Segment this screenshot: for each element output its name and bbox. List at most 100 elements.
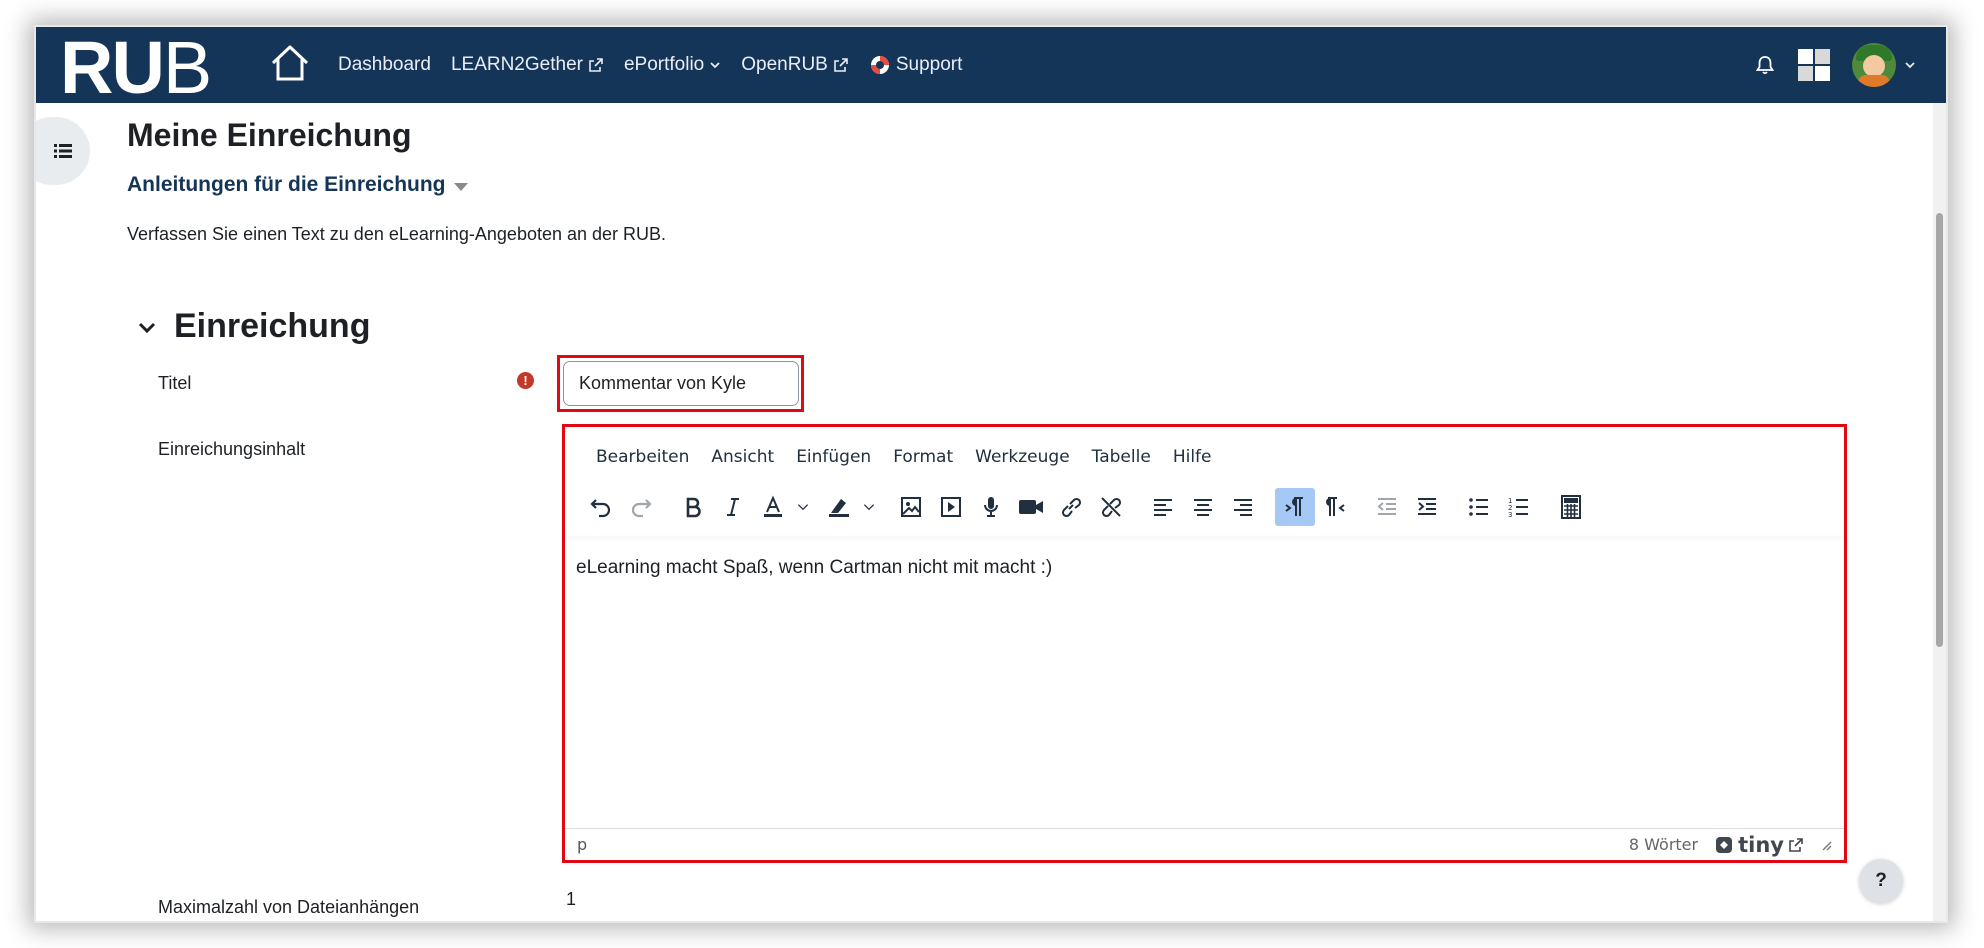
section-title: Einreichung [174, 307, 371, 345]
title-label: Titel [158, 373, 192, 393]
course-index-toggle[interactable] [36, 117, 90, 185]
app-grid-icon[interactable] [1798, 49, 1830, 81]
align-right-button[interactable] [1223, 488, 1263, 526]
element-path[interactable]: p [577, 835, 587, 854]
redo-button[interactable] [621, 488, 661, 526]
highlighter-icon [829, 499, 849, 517]
external-link-icon [589, 58, 603, 72]
image-icon [901, 497, 921, 517]
chevron-down-icon [797, 504, 809, 511]
bullet-list-button[interactable] [1459, 488, 1499, 526]
insert-image-button[interactable] [891, 488, 931, 526]
undo-button[interactable] [581, 488, 621, 526]
editor-toolbar: 123 [581, 487, 1591, 527]
nav-support-label: Support [895, 54, 963, 75]
align-right-icon [1234, 499, 1252, 516]
resize-handle-icon[interactable] [1820, 839, 1832, 851]
numbered-list-icon: 123 [1508, 497, 1528, 519]
calculator-icon [1561, 495, 1581, 519]
scrollbar-thumb[interactable] [1936, 213, 1943, 647]
editor-menubar: Bearbeiten Ansicht Einfügen Format Werkz… [585, 441, 1223, 473]
rtl-icon [1326, 497, 1345, 516]
italic-button[interactable] [713, 488, 753, 526]
chevron-down-icon [138, 322, 156, 333]
link-icon [1061, 497, 1082, 518]
section-header[interactable]: Einreichung [136, 307, 370, 346]
calculator-button[interactable] [1551, 488, 1591, 526]
unlink-button[interactable] [1091, 488, 1131, 526]
record-audio-button[interactable] [971, 488, 1011, 526]
nav-eportfolio-label: ePortfolio [623, 54, 705, 75]
chevron-down-icon [710, 62, 720, 69]
bell-icon[interactable] [1754, 54, 1776, 76]
required-icon: ! [517, 372, 534, 389]
logo-text-ru: RU [60, 27, 165, 109]
editor-content[interactable]: eLearning macht Spaß, wenn Cartman nicht… [576, 557, 1052, 579]
rtl-button[interactable] [1315, 488, 1355, 526]
align-left-button[interactable] [1143, 488, 1183, 526]
unlink-icon [1101, 497, 1122, 518]
instructions-toggle[interactable]: Anleitungen für die Einreichung [127, 173, 468, 197]
ltr-button[interactable] [1275, 488, 1315, 526]
indent-icon [1418, 498, 1436, 515]
user-menu[interactable] [1852, 43, 1916, 87]
highlight-color-button[interactable] [819, 488, 859, 526]
title-input[interactable] [563, 361, 799, 406]
menu-bearbeiten[interactable]: Bearbeiten [585, 441, 700, 473]
rich-text-editor: Bearbeiten Ansicht Einfügen Format Werkz… [565, 427, 1844, 860]
nav-dashboard-label: Dashboard [338, 54, 431, 75]
avatar [1852, 43, 1896, 87]
external-link-icon [834, 58, 848, 72]
editor-statusbar: p 8 Wörter tiny [565, 828, 1844, 860]
menu-hilfe[interactable]: Hilfe [1162, 441, 1223, 473]
insert-media-button[interactable] [931, 488, 971, 526]
undo-icon [590, 499, 611, 518]
chevron-down-icon [1905, 62, 1915, 69]
max-attachments-label: Maximalzahl von Dateianhängen [158, 897, 420, 917]
instructions-toggle-label: Anleitungen für die Einreichung [127, 173, 446, 196]
tiny-branding[interactable]: tiny [1714, 833, 1804, 857]
external-link-icon [1789, 837, 1803, 852]
home-icon[interactable] [268, 41, 312, 85]
align-center-button[interactable] [1183, 488, 1223, 526]
nav-openrub[interactable]: OpenRUB [741, 54, 849, 76]
lifebuoy-icon [870, 56, 889, 74]
menu-tabelle[interactable]: Tabelle [1081, 441, 1162, 473]
nav-dashboard[interactable]: Dashboard [338, 54, 431, 76]
tiny-brand-text: tiny [1738, 832, 1784, 857]
link-button[interactable] [1051, 488, 1091, 526]
menu-format[interactable]: Format [882, 441, 964, 473]
nav-learn2gether[interactable]: LEARN2Gether [451, 54, 604, 76]
help-button[interactable]: ? [1859, 859, 1903, 903]
ltr-icon [1285, 497, 1303, 516]
indent-button[interactable] [1407, 488, 1447, 526]
text-color-button[interactable] [753, 488, 793, 526]
chevron-down-icon [863, 504, 875, 511]
text-color-icon [764, 495, 782, 517]
record-video-button[interactable] [1011, 488, 1051, 526]
toolbar-divider [565, 535, 1844, 536]
microphone-icon [984, 497, 998, 517]
nav-support[interactable]: Support [869, 54, 963, 76]
word-count[interactable]: 8 Wörter [1629, 835, 1698, 854]
italic-icon [727, 498, 739, 516]
nav-openrub-label: OpenRUB [741, 54, 828, 75]
bold-button[interactable] [673, 488, 713, 526]
bullet-list-icon [1469, 498, 1488, 516]
page-scrollbar[interactable] [1933, 103, 1946, 921]
max-attachments-value: 1 [566, 889, 577, 909]
highlight-color-dropdown[interactable] [859, 488, 879, 526]
menu-ansicht[interactable]: Ansicht [700, 441, 785, 473]
page-title: Meine Einreichung [127, 117, 412, 153]
content-label: Einreichungsinhalt [158, 439, 306, 459]
menu-werkzeuge[interactable]: Werkzeuge [964, 441, 1081, 473]
outdent-button[interactable] [1367, 488, 1407, 526]
nav-eportfolio[interactable]: ePortfolio [624, 54, 721, 76]
rub-logo[interactable]: RU B [60, 27, 212, 109]
text-color-dropdown[interactable] [793, 488, 813, 526]
menu-einfuegen[interactable]: Einfügen [785, 441, 882, 473]
tiny-logo-icon [1716, 836, 1733, 853]
align-left-icon [1154, 499, 1172, 516]
numbered-list-button[interactable]: 123 [1499, 488, 1539, 526]
assignment-description: Verfassen Sie einen Text zu den eLearnin… [127, 224, 667, 244]
